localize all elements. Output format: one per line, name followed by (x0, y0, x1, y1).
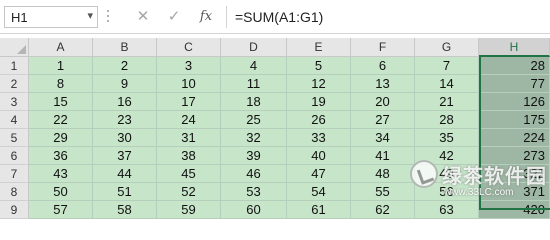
cell-e3[interactable]: 19 (287, 93, 351, 111)
formula-text: =SUM(A1:G1) (235, 9, 324, 25)
column-header-g[interactable]: G (415, 38, 479, 57)
row-header-6[interactable]: 6 (0, 147, 29, 165)
cell-b9[interactable]: 58 (93, 201, 157, 219)
cell-c6[interactable]: 38 (157, 147, 221, 165)
cell-b2[interactable]: 9 (93, 75, 157, 93)
cell-b7[interactable]: 44 (93, 165, 157, 183)
name-box-value: H1 (11, 10, 28, 25)
column-header-c[interactable]: C (157, 38, 221, 57)
cell-a2[interactable]: 8 (29, 75, 93, 93)
cell-f2[interactable]: 13 (351, 75, 415, 93)
column-header-e[interactable]: E (287, 38, 351, 57)
cell-a1[interactable]: 1 (29, 57, 93, 75)
watermark-url: www.33LC.com (444, 187, 514, 198)
row-header-4[interactable]: 4 (0, 111, 29, 129)
cell-d8[interactable]: 53 (221, 183, 287, 201)
cell-b8[interactable]: 51 (93, 183, 157, 201)
watermark: 绿茶软件园 www.33LC.com (410, 156, 550, 210)
cell-c7[interactable]: 45 (157, 165, 221, 183)
cell-f1[interactable]: 6 (351, 57, 415, 75)
cell-c8[interactable]: 52 (157, 183, 221, 201)
cell-d1[interactable]: 4 (221, 57, 287, 75)
cell-a8[interactable]: 50 (29, 183, 93, 201)
cell-d4[interactable]: 25 (221, 111, 287, 129)
cell-d6[interactable]: 39 (221, 147, 287, 165)
cell-a5[interactable]: 29 (29, 129, 93, 147)
formula-bar-grip[interactable] (107, 10, 110, 24)
cell-d2[interactable]: 11 (221, 75, 287, 93)
column-header-f[interactable]: F (351, 38, 415, 57)
cell-e8[interactable]: 54 (287, 183, 351, 201)
cell-b6[interactable]: 37 (93, 147, 157, 165)
row-header-1[interactable]: 1 (0, 57, 29, 75)
cell-d9[interactable]: 60 (221, 201, 287, 219)
cell-c1[interactable]: 3 (157, 57, 221, 75)
cell-g3[interactable]: 21 (415, 93, 479, 111)
cell-b4[interactable]: 23 (93, 111, 157, 129)
select-all-button[interactable] (0, 38, 29, 57)
name-box[interactable]: H1 ▾ (4, 6, 98, 28)
cell-e4[interactable]: 26 (287, 111, 351, 129)
cell-e7[interactable]: 47 (287, 165, 351, 183)
cell-c3[interactable]: 17 (157, 93, 221, 111)
check-icon[interactable]: ✓ (163, 7, 185, 27)
cell-f5[interactable]: 34 (351, 129, 415, 147)
cell-f4[interactable]: 27 (351, 111, 415, 129)
cell-d5[interactable]: 32 (221, 129, 287, 147)
cell-e5[interactable]: 33 (287, 129, 351, 147)
column-header-a[interactable]: A (29, 38, 93, 57)
cell-d7[interactable]: 46 (221, 165, 287, 183)
cell-e9[interactable]: 61 (287, 201, 351, 219)
cell-e1[interactable]: 5 (287, 57, 351, 75)
cell-c5[interactable]: 31 (157, 129, 221, 147)
chevron-down-icon[interactable]: ▾ (87, 9, 93, 22)
formula-bar-area: H1 ▾ ✕ ✓ fx =SUM(A1:G1) (0, 0, 550, 34)
cell-f3[interactable]: 20 (351, 93, 415, 111)
leaf-logo-icon (410, 160, 438, 188)
cell-g1[interactable]: 7 (415, 57, 479, 75)
row-header-9[interactable]: 9 (0, 201, 29, 219)
cell-c9[interactable]: 59 (157, 201, 221, 219)
row-header-7[interactable]: 7 (0, 165, 29, 183)
cell-a4[interactable]: 22 (29, 111, 93, 129)
cell-a9[interactable]: 57 (29, 201, 93, 219)
cell-f9[interactable]: 62 (351, 201, 415, 219)
cell-b3[interactable]: 16 (93, 93, 157, 111)
cell-a7[interactable]: 43 (29, 165, 93, 183)
column-header-h[interactable]: H (479, 38, 550, 57)
column-header-d[interactable]: D (221, 38, 287, 57)
row-header-8[interactable]: 8 (0, 183, 29, 201)
cell-b1[interactable]: 2 (93, 57, 157, 75)
watermark-brand: 绿茶软件园 (442, 166, 547, 188)
cell-a6[interactable]: 36 (29, 147, 93, 165)
formula-input[interactable]: =SUM(A1:G1) (226, 6, 550, 28)
cell-c2[interactable]: 10 (157, 75, 221, 93)
row-header-2[interactable]: 2 (0, 75, 29, 93)
cell-f6[interactable]: 41 (351, 147, 415, 165)
cell-f7[interactable]: 48 (351, 165, 415, 183)
close-icon[interactable]: ✕ (132, 7, 154, 27)
column-header-b[interactable]: B (93, 38, 157, 57)
cell-c4[interactable]: 24 (157, 111, 221, 129)
cell-g2[interactable]: 14 (415, 75, 479, 93)
cell-g4[interactable]: 28 (415, 111, 479, 129)
row-header-5[interactable]: 5 (0, 129, 29, 147)
insert-function-button[interactable]: fx (195, 7, 217, 27)
cell-d3[interactable]: 18 (221, 93, 287, 111)
cell-e2[interactable]: 12 (287, 75, 351, 93)
cell-g5[interactable]: 35 (415, 129, 479, 147)
row-header-3[interactable]: 3 (0, 93, 29, 111)
cell-f8[interactable]: 55 (351, 183, 415, 201)
cell-a3[interactable]: 15 (29, 93, 93, 111)
cell-e6[interactable]: 40 (287, 147, 351, 165)
cell-b5[interactable]: 30 (93, 129, 157, 147)
